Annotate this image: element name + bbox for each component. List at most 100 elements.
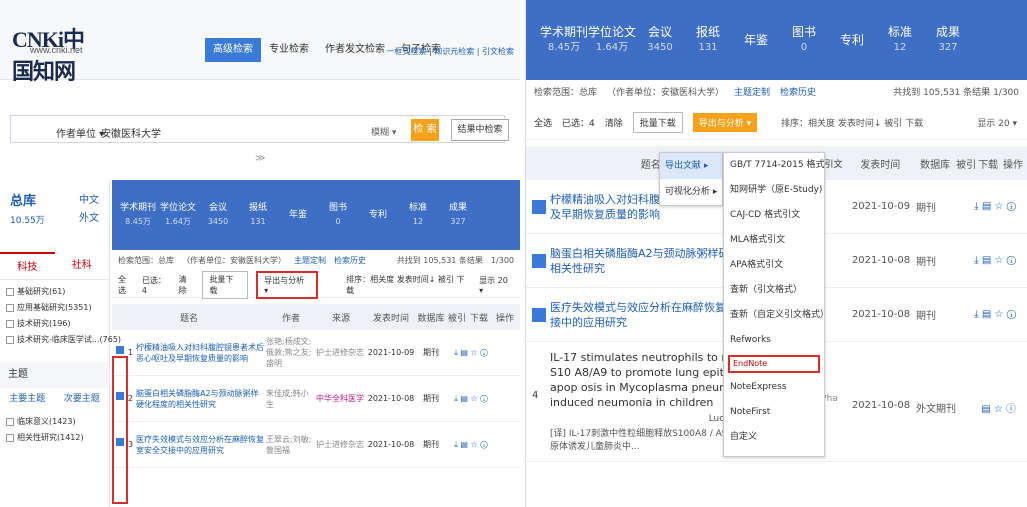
type-journal[interactable]: 学术期刊 8.45万 <box>118 201 158 229</box>
format-custom[interactable]: 自定义 <box>724 425 824 450</box>
batch-download-button[interactable]: 批量下载 <box>202 270 249 299</box>
type-journal[interactable]: 学术期刊 8.45万 <box>540 24 588 56</box>
row-checkbox[interactable] <box>532 307 546 322</box>
format-estudy[interactable]: 知网研学（原E-Study) <box>724 178 824 203</box>
page-indicator[interactable]: 1/300 <box>491 250 514 272</box>
row-ops[interactable]: ⤓ ▤ ☆ ⓘ <box>956 255 1016 266</box>
type-standard[interactable]: 标准 12 <box>398 201 438 229</box>
sort-options[interactable]: 排序：相关度 发表时间↓ 被引 下载 <box>781 116 923 129</box>
format-noteexpress[interactable]: NoteExpress <box>724 375 824 400</box>
row-source[interactable]: 护士进修杂志 <box>316 347 366 358</box>
subject-tab-social[interactable]: 社科 <box>55 252 110 279</box>
row-ops[interactable]: ⤓ ▤ ☆ ⓘ <box>956 309 1016 320</box>
search-input[interactable]: 安徽医科大学 <box>101 125 161 140</box>
row-source[interactable]: 中华全科医学 <box>316 393 366 404</box>
topic-custom-link[interactable]: 主题定制 <box>294 250 326 272</box>
topic-custom-link[interactable]: 主题定制 <box>734 80 770 106</box>
type-standard[interactable]: 标准 12 <box>876 24 924 56</box>
type-yearbook[interactable]: 年鉴 <box>732 32 780 48</box>
type-newspaper[interactable]: 报纸 131 <box>238 201 278 229</box>
checkbox-icon[interactable] <box>6 335 14 344</box>
row-ops[interactable]: ⤓ ▤ ☆ ⓘ <box>446 440 496 450</box>
field-select[interactable]: 作者单位 ▾ <box>56 125 104 140</box>
checkbox-icon[interactable] <box>6 433 14 442</box>
export-analysis-button[interactable]: 导出与分析 ▾ <box>256 270 319 299</box>
category-item[interactable]: 应用基础研究(5351) <box>6 300 103 316</box>
type-patent[interactable]: 专利 <box>358 208 398 222</box>
format-mla[interactable]: MLA格式引文 <box>724 228 824 253</box>
type-conference[interactable]: 会议 3450 <box>636 24 684 56</box>
checkbox-icon[interactable] <box>6 319 14 328</box>
menu-export-citation[interactable]: 导出文献 ▸ <box>660 153 722 179</box>
lang-foreign[interactable]: 外文 <box>79 210 99 228</box>
format-notefirst[interactable]: NoteFirst <box>724 400 824 425</box>
format-cajcd[interactable]: CAJ-CD 格式引文 <box>724 203 824 228</box>
row-title[interactable]: 医疗失效模式与效应分析在麻醉恢复室安全交接中的应用研究 <box>136 434 266 456</box>
topic-item[interactable]: 临床意义(1423) <box>6 414 103 430</box>
format-novelty-custom[interactable]: 查新（自定义引文格式） <box>724 303 829 328</box>
cnki-logo[interactable]: CNKi中国知网 www.cnki.net <box>12 22 102 84</box>
clear-link[interactable]: 清除 <box>605 116 623 129</box>
type-newspaper[interactable]: 报纸 131 <box>684 24 732 56</box>
type-book[interactable]: 图书 0 <box>780 24 828 56</box>
lang-chinese[interactable]: 中文 <box>79 192 99 210</box>
row-source[interactable]: 护士进修杂志 <box>316 439 366 450</box>
search-button[interactable]: 检 索 <box>411 119 439 141</box>
type-achievement[interactable]: 成果 327 <box>924 24 972 56</box>
tab-author-search[interactable]: 作者发文检索 <box>317 38 393 62</box>
topic-tab-main[interactable]: 主要主题 <box>0 388 55 410</box>
subject-tab-science[interactable]: 科技 <box>0 252 55 279</box>
format-gbt7714[interactable]: GB/T 7714-2015 格式引文 <box>724 153 842 178</box>
row-ops[interactable]: ▤ ☆ ⓘ <box>956 400 1016 415</box>
format-novelty[interactable]: 查新（引文格式） <box>724 278 824 303</box>
topic-header[interactable]: 主题 <box>0 362 109 388</box>
row-ops[interactable]: ⤓ ▤ ☆ ⓘ <box>446 348 496 358</box>
page-indicator[interactable]: 1/300 <box>993 88 1019 98</box>
row-author[interactable]: 张艳;杨成文;俄敦;熊之友;盛明 <box>266 336 316 369</box>
topic-tab-secondary[interactable]: 次要主题 <box>55 388 110 410</box>
batch-download-button[interactable]: 批量下载 <box>632 112 683 133</box>
row-title[interactable]: 柠檬精油吸入对妇科腹腔镜患者术后恶心呕吐及早期恢复质量的影响 <box>136 342 266 364</box>
checkbox-icon[interactable] <box>6 303 14 312</box>
row-title[interactable]: 脑蛋白相关磷脂酶A2与颈动脉粥样硬化程度的相关性研究 <box>136 388 266 410</box>
row-author[interactable]: 王翠云;刘敏;鲁国福 <box>266 434 316 456</box>
display-select[interactable]: 显示 20 ▾ <box>479 275 514 295</box>
topic-item[interactable]: 相关性研究(1412) <box>6 430 103 446</box>
type-book[interactable]: 图书 0 <box>318 201 358 229</box>
type-thesis[interactable]: 学位论文 1.64万 <box>158 201 198 229</box>
export-analysis-button[interactable]: 导出与分析 ▾ <box>692 113 758 132</box>
tab-advanced-search[interactable]: 高级检索 <box>205 38 261 62</box>
search-history-link[interactable]: 检索历史 <box>780 80 816 106</box>
checkbox-icon[interactable] <box>6 287 14 296</box>
tab-professional-search[interactable]: 专业检索 <box>261 38 317 62</box>
type-conference[interactable]: 会议 3450 <box>198 201 238 229</box>
menu-visual-analysis[interactable]: 可视化分析 ▸ <box>660 179 722 205</box>
category-item[interactable]: 技术研究-临床医学试...(765) <box>6 332 121 348</box>
type-patent[interactable]: 专利 <box>828 32 876 48</box>
display-select[interactable]: 显示 20 ▾ <box>977 116 1017 129</box>
select-all-checkbox[interactable]: 全选 <box>118 274 134 296</box>
expand-chevron-icon[interactable]: ≫ <box>255 153 265 164</box>
row-checkbox[interactable] <box>532 199 546 214</box>
category-item[interactable]: 技术研究(196) <box>6 316 103 332</box>
row-ops[interactable]: ⤓ ▤ ☆ ⓘ <box>956 201 1016 212</box>
row-author[interactable]: 朱佳成;韩小生 <box>266 388 316 410</box>
select-all-checkbox[interactable]: 全选 <box>534 116 552 129</box>
search-history-link[interactable]: 检索历史 <box>334 250 366 272</box>
checkbox-icon[interactable] <box>6 417 14 426</box>
format-apa[interactable]: APA格式引文 <box>724 253 824 278</box>
search-in-results-button[interactable]: 结果中检索 <box>451 119 509 141</box>
total-block[interactable]: 总库 10.55万 中文 外文 <box>0 180 109 252</box>
clear-link[interactable]: 清除 <box>179 274 195 296</box>
type-thesis[interactable]: 学位论文 1.64万 <box>588 24 636 56</box>
type-achievement[interactable]: 成果 327 <box>438 201 478 229</box>
match-select[interactable]: 模糊 ▾ <box>371 125 396 138</box>
type-yearbook[interactable]: 年鉴 <box>278 208 318 222</box>
sort-options[interactable]: 排序：相关度 发表时间↓ 被引 下载 <box>346 274 471 296</box>
row-checkbox[interactable] <box>532 253 546 268</box>
format-refworks[interactable]: Refworks <box>724 328 824 353</box>
row-ops[interactable]: ⤓ ▤ ☆ ⓘ <box>446 394 496 404</box>
format-endnote[interactable]: EndNote <box>728 355 820 373</box>
top-links[interactable]: 一框式检索 | 知识元检索 | 引文检索 <box>386 46 514 57</box>
category-item[interactable]: 基础研究(61) <box>6 284 103 300</box>
